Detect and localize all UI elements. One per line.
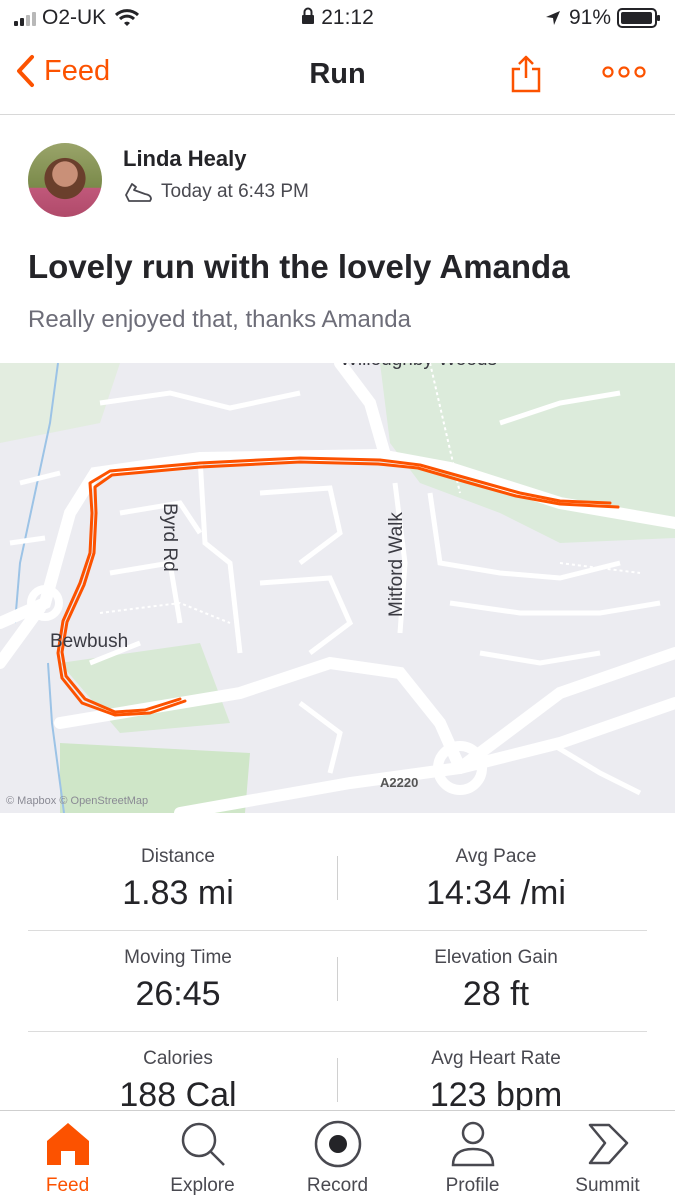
shoe-icon <box>125 183 152 202</box>
map-label-a2220: A2220 <box>380 775 419 790</box>
stat-label: Avg Pace <box>455 846 537 867</box>
share-icon[interactable] <box>508 54 544 94</box>
tab-summit[interactable]: Summit <box>540 1119 675 1197</box>
stat-label: Calories <box>143 1048 213 1069</box>
stat-label: Distance <box>141 846 215 867</box>
stat-label: Elevation Gain <box>434 947 558 968</box>
stat-avg-pace: Avg Pace 14:34 /mi <box>346 846 646 913</box>
stat-value: 28 ft <box>462 975 530 1013</box>
tab-bar: Feed Explore Record Profile Summit <box>0 1110 675 1200</box>
tab-feed[interactable]: Feed <box>0 1119 135 1197</box>
tab-explore[interactable]: Explore <box>135 1119 270 1197</box>
stat-label: Avg Heart Rate <box>431 1048 561 1069</box>
stat-calories: Calories 188 Cal <box>28 1048 328 1115</box>
divider <box>337 856 338 900</box>
route-map[interactable]: Byrd Rd Mitford Walk Bewbush A2220 Willo… <box>0 363 675 813</box>
stats-grid: Distance 1.83 mi Avg Pace 14:34 /mi Movi… <box>28 830 647 1133</box>
stat-label: Moving Time <box>124 947 232 968</box>
stat-distance: Distance 1.83 mi <box>28 846 328 913</box>
more-options-icon[interactable] <box>602 62 646 82</box>
map-canvas <box>0 363 675 813</box>
divider <box>337 957 338 1001</box>
stat-moving-time: Moving Time 26:45 <box>28 947 328 1014</box>
stat-value: 1.83 mi <box>122 874 234 912</box>
nav-bar: Feed Run <box>0 40 675 115</box>
activity-meta: Today at 6:43 PM <box>123 181 309 203</box>
stat-elevation-gain: Elevation Gain 28 ft <box>346 947 646 1014</box>
stats-row: Moving Time 26:45 Elevation Gain 28 ft <box>28 931 647 1032</box>
activity-description: Really enjoyed that, thanks Amanda <box>28 306 411 333</box>
divider <box>337 1058 338 1102</box>
activity-timestamp: Today at 6:43 PM <box>161 181 309 202</box>
activity-title: Lovely run with the lovely Amanda <box>28 248 570 285</box>
page-title: Run <box>309 58 366 90</box>
tab-label: Explore <box>170 1175 235 1196</box>
map-label-woods: Willoughby Woods <box>340 363 497 371</box>
summit-icon <box>588 1123 628 1165</box>
home-icon <box>46 1123 89 1165</box>
athlete-name[interactable]: Linda Healy <box>123 146 246 172</box>
tab-record[interactable]: Record <box>270 1119 405 1197</box>
battery-percent: 91% <box>568 6 611 29</box>
stat-avg-heart-rate: Avg Heart Rate 123 bpm <box>346 1048 646 1115</box>
status-bar: O2-UK 21:12 91% <box>0 0 675 38</box>
stat-value: 26:45 <box>135 975 221 1013</box>
clock-label: 21:12 <box>321 6 374 29</box>
tab-label: Record <box>306 1175 369 1196</box>
battery-icon <box>617 8 660 28</box>
search-icon <box>181 1122 225 1166</box>
avatar[interactable] <box>28 143 102 217</box>
map-label-bewbush: Bewbush <box>50 631 129 652</box>
stats-row: Distance 1.83 mi Avg Pace 14:34 /mi <box>28 830 647 931</box>
tab-label: Profile <box>445 1175 500 1196</box>
lock-icon <box>302 7 315 24</box>
map-label-byrd-rd: Byrd Rd <box>159 503 180 572</box>
tab-label: Summit <box>575 1175 640 1196</box>
map-attribution[interactable]: © Mapbox © OpenStreetMap <box>6 795 148 807</box>
location-icon <box>545 11 560 25</box>
profile-icon <box>451 1121 494 1167</box>
map-label-mitford-walk: Mitford Walk <box>386 512 407 617</box>
stat-value: 14:34 /mi <box>426 874 566 912</box>
tab-label: Feed <box>45 1175 90 1196</box>
tab-profile[interactable]: Profile <box>405 1119 540 1197</box>
record-icon <box>314 1120 361 1168</box>
